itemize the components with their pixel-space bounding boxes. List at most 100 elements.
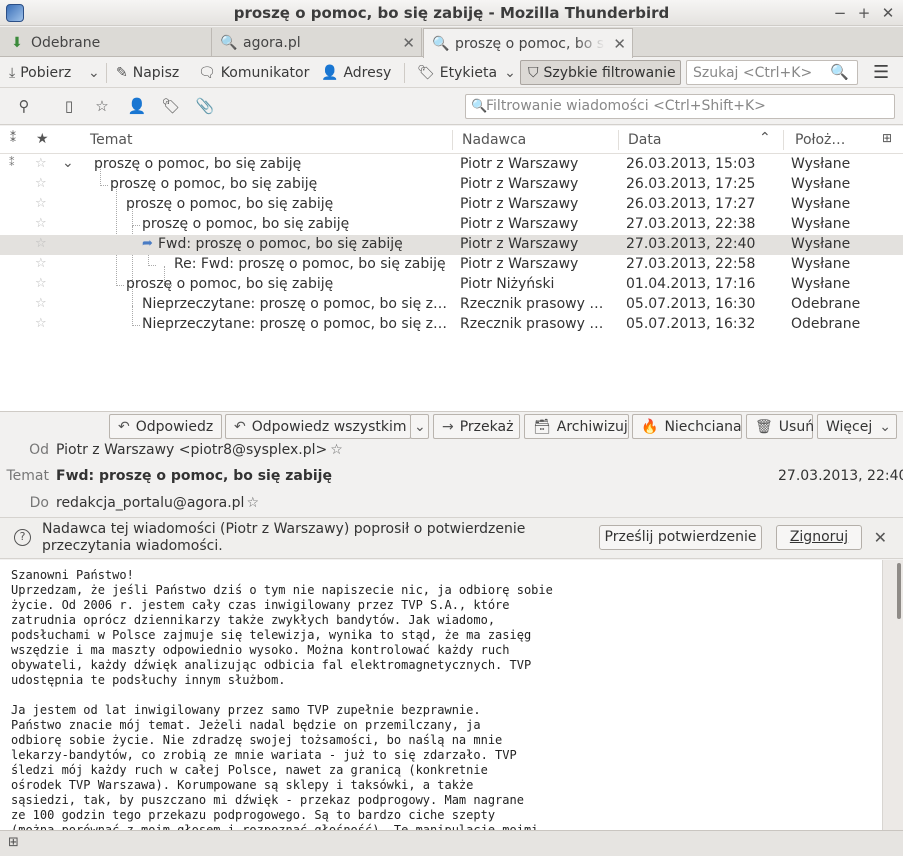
write-button[interactable]: ✎ Napisz (116, 61, 179, 85)
chevron-down-icon: ⌄ (504, 65, 516, 81)
close-icon[interactable]: ✕ (874, 528, 887, 547)
message-body-text: Szanowni Państwo! Uprzedzam, że jeśli Pa… (11, 568, 553, 830)
addressbook-button[interactable]: 👤 Adresy (321, 61, 391, 85)
get-mail-button[interactable]: ⤓ Pobierz (9, 61, 71, 85)
star-icon[interactable]: ☆ (35, 176, 47, 191)
to-value[interactable]: redakcja_portalu@agora.pl ☆ (56, 495, 259, 511)
sticky-pin-icon[interactable]: ⚲ (14, 97, 34, 115)
window-title: proszę o pomoc, bo się zabiję - Mozilla … (233, 4, 670, 22)
contacts-icon: 👤 (321, 65, 339, 81)
notice-text: Nadawca tej wiadomości (Piotr z Warszawy… (42, 521, 526, 554)
tag-button[interactable]: 🏷 Etykieta ⌄ (417, 61, 516, 85)
thunderbird-logo-icon (6, 4, 24, 22)
reply-icon: ↶ (118, 418, 130, 435)
app-menu-button[interactable]: ☰ (873, 62, 889, 83)
column-from[interactable]: Nadawca (462, 132, 526, 148)
message-row[interactable]: ⁑ ☆ ⌄ proszę o pomoc, bo się zabiję Piot… (0, 155, 903, 175)
star-icon[interactable]: ☆ (35, 316, 47, 331)
search-input[interactable]: Szukaj <Ctrl+K> 🔍 (686, 60, 858, 85)
close-icon[interactable]: ✕ (613, 35, 626, 53)
column-date[interactable]: Data (628, 132, 661, 148)
archive-icon: 🗃 (533, 418, 551, 435)
chevron-down-icon[interactable]: ⌄ (62, 155, 74, 171)
download-icon: ⤓ (9, 65, 16, 81)
close-icon[interactable]: ✕ (402, 34, 415, 52)
body-scrollbar[interactable] (882, 560, 903, 830)
forward-icon: → (442, 418, 454, 435)
scrollbar-thumb[interactable] (897, 563, 901, 619)
get-mail-dropdown[interactable]: ⌄ (88, 61, 100, 85)
filter-icon: ⛉ (528, 64, 539, 81)
contact-filter-icon[interactable]: 👤 (127, 97, 147, 115)
archive-button[interactable]: 🗃 Archiwizuj (524, 414, 629, 439)
from-value[interactable]: Piotr z Warszawy <piotr8@sysplex.pl> ☆ (56, 442, 343, 458)
star-icon[interactable]: ☆ (246, 495, 259, 511)
date-value: 27.03.2013, 22:40 (778, 468, 903, 484)
minimize-button[interactable]: − (833, 0, 847, 26)
message-row[interactable]: ☆ proszę o pomoc, bo się zabiję Piotr Ni… (0, 275, 903, 295)
message-row[interactable]: ☆ proszę o pomoc, bo się zabiję Piotr z … (0, 195, 903, 215)
chevron-down-icon: ⌄ (879, 418, 891, 435)
star-column-icon[interactable]: ★ (36, 131, 49, 147)
reply-button[interactable]: ↶ Odpowiedz (109, 414, 222, 439)
reply-all-dropdown[interactable]: ⌄ (410, 414, 429, 439)
to-label: Do (29, 495, 49, 511)
search-icon: 🔍 (830, 63, 849, 81)
tag-filter-icon[interactable]: 🏷 (161, 97, 181, 115)
star-icon[interactable]: ☆ (35, 236, 47, 251)
star-icon[interactable]: ☆ (35, 156, 47, 171)
from-label: Od (29, 442, 49, 458)
forward-button[interactable]: → Przekaż (433, 414, 520, 439)
message-row[interactable]: ☆ proszę o pomoc, bo się zabiję Piotr z … (0, 175, 903, 195)
maximize-button[interactable]: + (857, 0, 871, 26)
pencil-icon: ✎ (116, 65, 128, 81)
tab-message[interactable]: 🔍 proszę o pomoc, bo się zabiję ✕ (423, 28, 633, 58)
star-icon[interactable]: ☆ (35, 276, 47, 291)
tab-bar: ⬇ Odebrane 🔍 agora.pl ✕ 🔍 proszę o pomoc… (0, 27, 903, 58)
attachment-filter-icon[interactable]: 📎 (195, 97, 215, 115)
question-icon: ? (14, 529, 31, 546)
star-icon[interactable]: ☆ (35, 296, 47, 311)
close-window-button[interactable]: ✕ (881, 0, 895, 26)
send-receipt-button[interactable]: Prześlij potwierdzenie (599, 525, 762, 550)
star-filter-icon[interactable]: ☆ (92, 97, 112, 115)
star-icon[interactable]: ☆ (35, 196, 47, 211)
column-picker-icon[interactable]: ⊞ (882, 131, 892, 145)
tab-search-agora[interactable]: 🔍 agora.pl ✕ (212, 28, 422, 57)
thread-icon: ⁑ (9, 156, 15, 169)
activity-icon[interactable]: ⊞ (8, 835, 19, 850)
column-subject[interactable]: Temat (90, 132, 133, 148)
ignore-button[interactable]: Zignoruj (776, 525, 862, 550)
star-icon[interactable]: ☆ (330, 442, 343, 458)
column-location[interactable]: Położ… (795, 132, 845, 148)
chat-icon: 🗨 (198, 65, 216, 81)
message-row-selected[interactable]: ☆ ➦ Fwd: proszę o pomoc, bo się zabiję P… (0, 235, 903, 255)
message-list: ⁑ ★ Temat Nadawca Data ⌃ Położ… ⊞ ⁑ ☆ ⌄ … (0, 126, 903, 412)
tab-label: Odebrane (31, 34, 101, 51)
star-icon[interactable]: ☆ (35, 216, 47, 231)
thread-column-icon[interactable]: ⁑ (10, 131, 16, 145)
unread-filter-icon[interactable]: ▯ (59, 97, 79, 115)
message-row[interactable]: ☆ Nieprzeczytane: proszę o pomoc, bo się… (0, 295, 903, 315)
quick-filter-button[interactable]: ⛉ Szybkie filtrowanie (520, 60, 681, 85)
tab-label: agora.pl (243, 34, 301, 51)
star-icon[interactable]: ☆ (35, 256, 47, 271)
tag-icon: 🏷 (417, 65, 435, 81)
message-filter-input[interactable]: 🔍 Filtrowanie wiadomości <Ctrl+Shift+K> (465, 94, 895, 119)
message-row[interactable]: ☆ proszę o pomoc, bo się zabiję Piotr z … (0, 215, 903, 235)
message-row[interactable]: ☆ Re: Fwd: proszę o pomoc, bo się zabiję… (0, 255, 903, 275)
reply-all-button[interactable]: ↶ Odpowiedz wszystkim (225, 414, 411, 439)
more-button[interactable]: Więcej ⌄ (817, 414, 897, 439)
title-bar: proszę o pomoc, bo się zabiję - Mozilla … (0, 0, 903, 26)
sort-ascending-icon: ⌃ (759, 130, 771, 146)
chevron-down-icon: ⌄ (88, 65, 100, 81)
delete-button[interactable]: 🗑 Usuń (746, 414, 814, 439)
junk-button[interactable]: 🔥 Niechciana (632, 414, 742, 439)
message-row[interactable]: ☆ Nieprzeczytane: proszę o pomoc, bo się… (0, 315, 903, 335)
search-icon: 🔍 (220, 34, 238, 51)
tab-inbox[interactable]: ⬇ Odebrane (0, 28, 212, 57)
hamburger-icon: ☰ (873, 62, 890, 83)
reply-all-icon: ↶ (234, 418, 246, 435)
thunderbird-window: proszę o pomoc, bo się zabiję - Mozilla … (0, 0, 903, 856)
chat-button[interactable]: 🗨 Komunikator (198, 61, 309, 85)
